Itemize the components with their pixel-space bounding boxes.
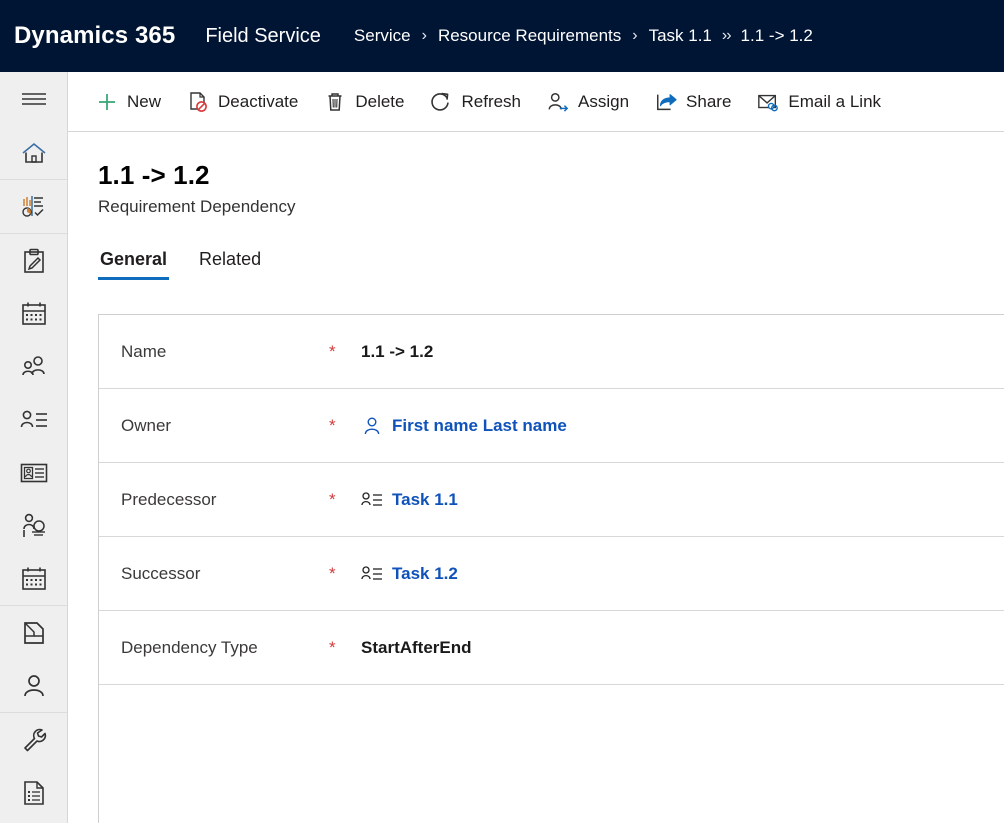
top-navigation-bar: Dynamics 365 Field Service Service › Res… <box>0 0 1004 72</box>
required-indicator: * <box>329 490 336 509</box>
plus-icon <box>96 91 118 113</box>
required-indicator: * <box>329 416 336 435</box>
sidebar-item-customers[interactable] <box>0 659 67 712</box>
refresh-icon <box>430 91 452 113</box>
form-content-area: 1.1 -> 1.2 Requirement Dependency Genera… <box>68 132 1004 823</box>
predecessor-lookup-link[interactable]: Task 1.1 <box>392 490 458 510</box>
sidebar-item-site-map-toggle[interactable] <box>0 72 67 126</box>
tab-general[interactable]: General <box>98 249 170 280</box>
accounts-icon <box>20 355 48 379</box>
owner-lookup-link[interactable]: First name Last name <box>392 416 567 436</box>
field-label-successor: Successor <box>121 563 201 583</box>
field-value-predecessor[interactable]: Task 1.1 <box>349 489 458 511</box>
field-row-name: Name * 1.1 -> 1.2 <box>99 315 1004 389</box>
required-indicator: * <box>329 564 336 583</box>
deactivate-button[interactable]: Deactivate <box>177 80 308 124</box>
document-list-icon <box>22 780 46 806</box>
share-button-label: Share <box>686 92 732 111</box>
sidebar-item-work-orders[interactable] <box>0 234 67 287</box>
sidebar-item-bookings[interactable] <box>0 552 67 605</box>
deactivate-button-label: Deactivate <box>218 92 299 111</box>
required-indicator: * <box>329 342 336 361</box>
tab-related[interactable]: Related <box>197 249 263 280</box>
email-a-link-button[interactable]: Email a Link <box>747 80 891 124</box>
deactivate-icon <box>187 91 209 113</box>
field-value-owner[interactable]: First name Last name <box>349 415 567 437</box>
user-icon <box>21 673 47 699</box>
user-outline-icon <box>361 415 383 437</box>
dynamics-365-brand[interactable]: Dynamics 365 <box>14 22 175 50</box>
delete-button-label: Delete <box>355 92 405 111</box>
chevron-right-icon: › <box>632 27 638 44</box>
delete-button[interactable]: Delete <box>314 80 414 124</box>
sidebar-item-recent[interactable] <box>0 180 67 233</box>
site-map-toggle-icon <box>21 91 47 107</box>
share-icon <box>655 91 677 113</box>
recent-pinned-icon <box>21 195 47 219</box>
contacts-icon <box>20 409 48 431</box>
wrench-icon <box>21 727 47 753</box>
sidebar-item-service-tasks[interactable] <box>0 713 67 766</box>
field-value-successor[interactable]: Task 1.2 <box>349 563 458 585</box>
home-icon <box>21 141 47 165</box>
trash-icon <box>324 91 346 113</box>
sidebar-item-reports[interactable] <box>0 766 67 819</box>
field-label-name: Name <box>121 341 167 361</box>
breadcrumb-item-current-record: 1.1 -> 1.2 <box>740 26 813 45</box>
field-row-dependency-type: Dependency Type * StartAfterEnd <box>99 611 1004 685</box>
calendar-bookings-icon <box>21 566 47 592</box>
assign-button-label: Assign <box>578 92 630 111</box>
successor-lookup-link[interactable]: Task 1.2 <box>392 564 458 584</box>
breadcrumb: Service › Resource Requirements › Task 1… <box>354 26 813 46</box>
required-indicator: * <box>329 638 336 657</box>
new-button[interactable]: New <box>86 80 171 124</box>
breadcrumb-item-service[interactable]: Service <box>354 26 411 46</box>
field-label-dependency-type: Dependency Type <box>121 637 258 657</box>
form-tab-list: General Related <box>98 249 291 280</box>
sidebar-item-contacts[interactable] <box>0 393 67 446</box>
calendar-icon <box>21 301 47 327</box>
sidebar-item-inventory[interactable] <box>0 606 67 659</box>
sidebar-item-home[interactable] <box>0 126 67 179</box>
general-tab-form-section: Name * 1.1 -> 1.2 Owner * First name Las… <box>98 314 1004 823</box>
dependency-type-value-text: StartAfterEnd <box>361 637 472 657</box>
app-name-field-service[interactable]: Field Service <box>205 25 321 48</box>
resource-requirement-icon <box>361 563 383 585</box>
field-value-name[interactable]: 1.1 -> 1.2 <box>349 342 433 362</box>
chevron-double-right-icon[interactable]: ›› <box>722 27 732 45</box>
chevron-right-icon: › <box>421 27 427 44</box>
field-row-owner: Owner * First name Last name <box>99 389 1004 463</box>
refresh-button-label: Refresh <box>461 92 522 111</box>
page-title: 1.1 -> 1.2 <box>98 160 210 190</box>
field-row-predecessor: Predecessor * Task 1.1 <box>99 463 1004 537</box>
field-value-name-text: 1.1 -> 1.2 <box>361 341 434 361</box>
sidebar-item-resources[interactable] <box>0 446 67 499</box>
left-navigation-rail <box>0 72 68 823</box>
archive-folder-icon <box>21 620 47 646</box>
id-card-icon <box>20 461 48 485</box>
sidebar-item-accounts[interactable] <box>0 340 67 393</box>
field-label-owner: Owner <box>121 415 172 435</box>
email-a-link-button-label: Email a Link <box>788 92 882 111</box>
field-label-predecessor: Predecessor <box>121 489 217 509</box>
command-bar: New Deactivate Delete Refresh Assign Sha… <box>68 72 1004 132</box>
field-value-dependency-type[interactable]: StartAfterEnd <box>349 638 472 658</box>
field-row-successor: Successor * Task 1.2 <box>99 537 1004 611</box>
sidebar-item-agreements[interactable] <box>0 499 67 552</box>
resource-requirement-icon <box>361 489 383 511</box>
email-link-icon <box>757 91 779 113</box>
entity-type-subtitle: Requirement Dependency <box>98 197 296 216</box>
share-button[interactable]: Share <box>645 80 741 124</box>
clipboard-task-icon <box>22 248 46 274</box>
breadcrumb-item-resource-requirements[interactable]: Resource Requirements <box>438 26 621 46</box>
agreement-icon <box>20 513 48 539</box>
refresh-button[interactable]: Refresh <box>420 80 531 124</box>
assign-person-icon <box>547 91 569 113</box>
breadcrumb-item-task-1-1[interactable]: Task 1.1 <box>649 26 712 46</box>
new-button-label: New <box>127 92 162 111</box>
assign-button[interactable]: Assign <box>537 80 639 124</box>
sidebar-item-schedule-board[interactable] <box>0 287 67 340</box>
